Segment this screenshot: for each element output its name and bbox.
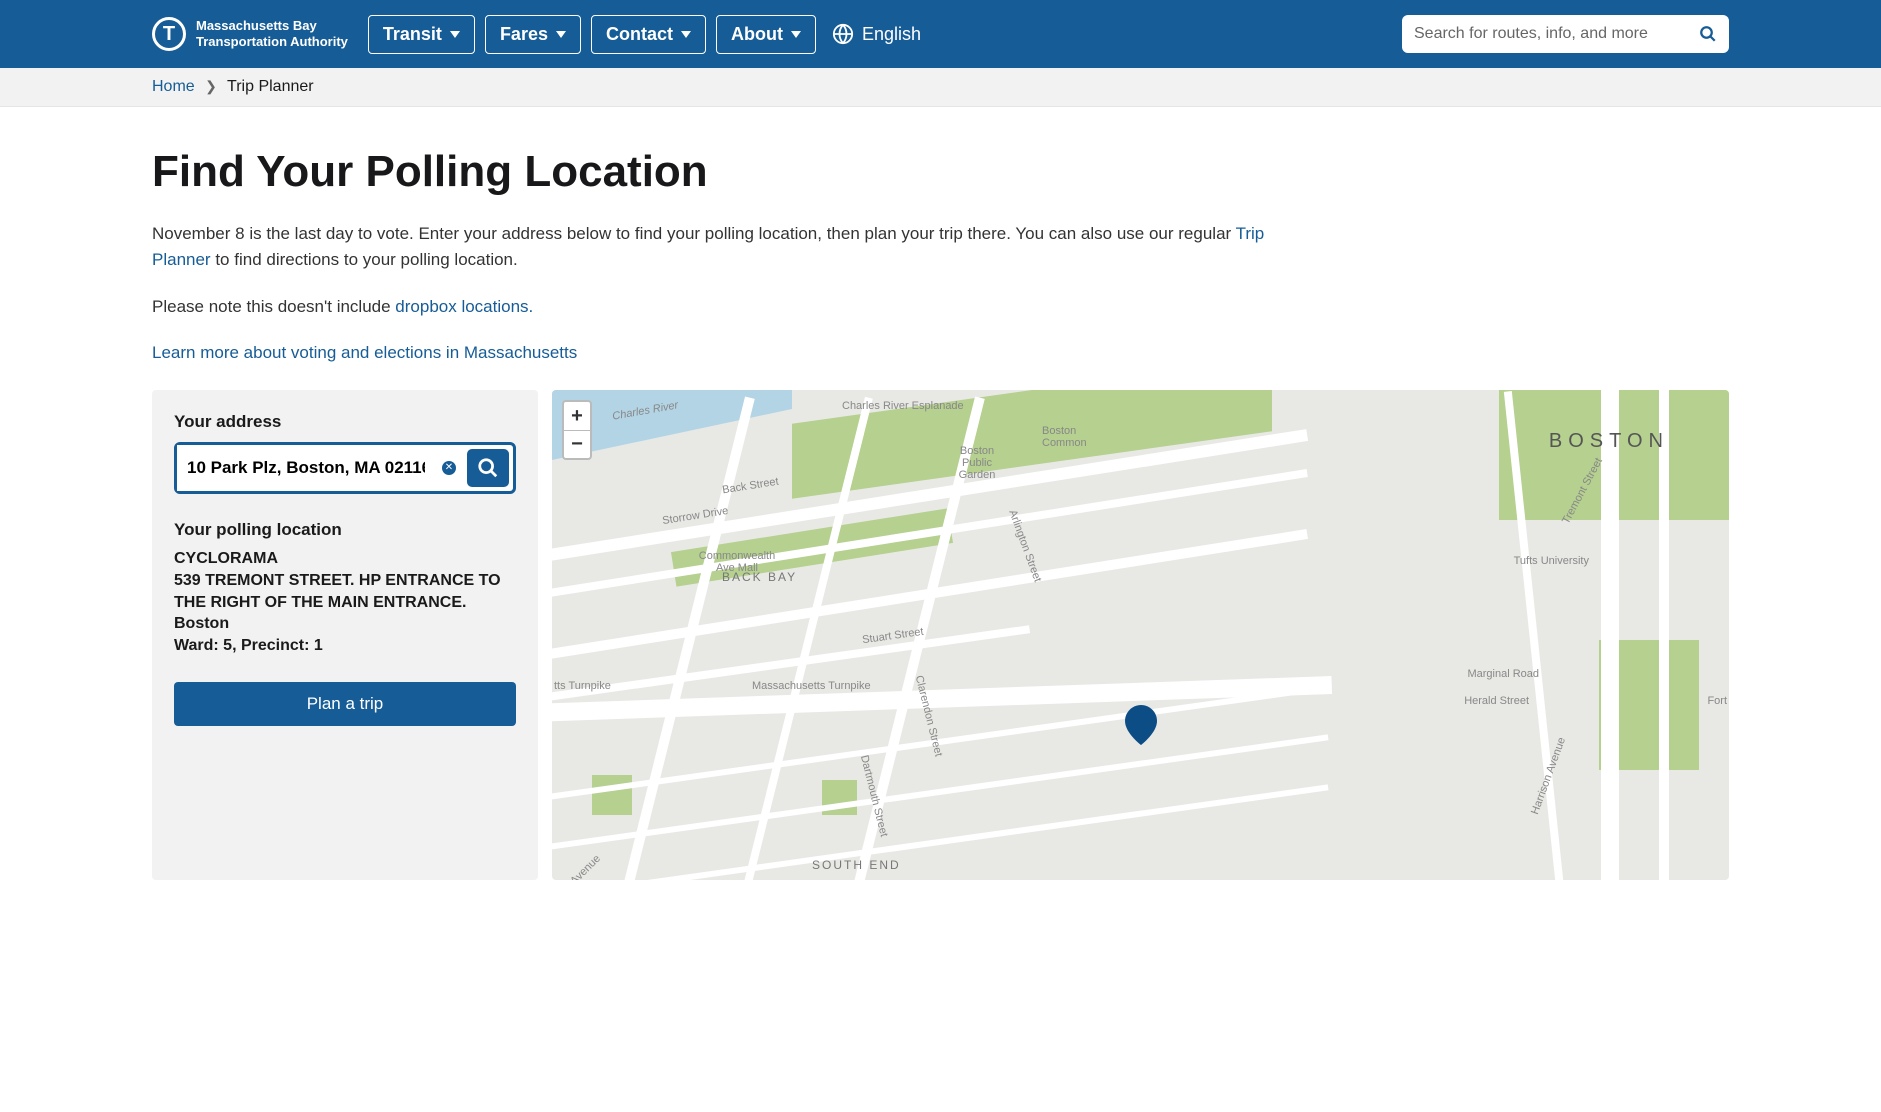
- plan-trip-button[interactable]: Plan a trip: [174, 682, 516, 726]
- zoom-out-button[interactable]: −: [564, 430, 590, 458]
- sidebar-panel: Your address ✕ Your polling location CYC…: [152, 390, 538, 880]
- intro-paragraph: November 8 is the last day to vote. Ente…: [152, 221, 1282, 274]
- map-label: Herald Street: [1464, 695, 1529, 707]
- chevron-right-icon: ❯: [205, 78, 217, 94]
- nav-transit[interactable]: Transit: [368, 15, 475, 54]
- main-row: Your address ✕ Your polling location CYC…: [152, 390, 1729, 880]
- dropbox-locations-link[interactable]: dropbox locations.: [395, 297, 533, 316]
- map-label: Commonwealth Ave Mall: [692, 550, 782, 574]
- nav-buttons: Transit Fares Contact About: [368, 15, 816, 54]
- learn-more-link[interactable]: Learn more about voting and elections in…: [152, 343, 577, 362]
- caret-down-icon: [681, 31, 691, 38]
- map[interactable]: BOSTON BACK BAY SOUTH END Charles River …: [552, 390, 1729, 880]
- learn-more-row: Learn more about voting and elections in…: [152, 340, 1282, 366]
- map-pin-icon: [1125, 705, 1157, 750]
- caret-down-icon: [450, 31, 460, 38]
- polling-location-result: CYCLORAMA 539 TREMONT STREET. HP ENTRANC…: [174, 548, 516, 656]
- header-search: [1402, 15, 1729, 53]
- map-label: tts Turnpike: [554, 680, 611, 692]
- breadcrumb-home[interactable]: Home: [152, 78, 195, 95]
- address-input[interactable]: [177, 445, 435, 491]
- result-address: 539 TREMONT STREET. HP ENTRANCE TO THE R…: [174, 570, 516, 613]
- map-label: Boston Common: [1042, 425, 1102, 449]
- nav-about[interactable]: About: [716, 15, 816, 54]
- language-button[interactable]: English: [832, 23, 921, 45]
- map-label: Tufts University: [1514, 555, 1589, 567]
- map-label: Fort: [1707, 695, 1727, 707]
- org-name: Massachusetts Bay Transportation Authori…: [196, 18, 348, 51]
- close-icon: ✕: [442, 461, 456, 475]
- nav-fares[interactable]: Fares: [485, 15, 581, 54]
- lookup-button[interactable]: [467, 449, 509, 487]
- map-label: Marginal Road: [1467, 668, 1539, 680]
- main-content: Find Your Polling Location November 8 is…: [0, 107, 1881, 880]
- address-input-group: ✕: [174, 442, 516, 494]
- result-city: Boston: [174, 613, 516, 635]
- map-label: Avenue: [568, 853, 603, 880]
- globe-icon: [832, 23, 854, 45]
- zoom-in-button[interactable]: +: [564, 402, 590, 430]
- clear-address-button[interactable]: ✕: [435, 445, 463, 491]
- dropbox-note: Please note this doesn't include dropbox…: [152, 294, 1282, 320]
- breadcrumb-current: Trip Planner: [227, 78, 314, 95]
- mbta-logo-icon: T: [152, 17, 186, 51]
- breadcrumb: Home ❯ Trip Planner: [0, 68, 1881, 107]
- caret-down-icon: [791, 31, 801, 38]
- header: T Massachusetts Bay Transportation Autho…: [0, 0, 1881, 68]
- map-zoom-control: + −: [562, 400, 592, 460]
- logo-section[interactable]: T Massachusetts Bay Transportation Autho…: [152, 17, 348, 51]
- page-title: Find Your Polling Location: [152, 147, 1729, 197]
- map-label: SOUTH END: [812, 858, 901, 872]
- search-icon: [477, 457, 499, 479]
- address-label: Your address: [174, 412, 516, 432]
- map-label: Charles River Esplanade: [842, 400, 964, 412]
- search-input[interactable]: [1414, 25, 1699, 43]
- map-label: Massachusetts Turnpike: [752, 680, 871, 692]
- caret-down-icon: [556, 31, 566, 38]
- result-name: CYCLORAMA: [174, 548, 516, 570]
- search-icon[interactable]: [1699, 25, 1717, 43]
- result-ward: Ward: 5, Precinct: 1: [174, 635, 516, 657]
- nav-contact[interactable]: Contact: [591, 15, 706, 54]
- map-label: Boston Public Garden: [947, 445, 1007, 481]
- map-label-boston: BOSTON: [1549, 430, 1669, 453]
- polling-location-label: Your polling location: [174, 520, 516, 540]
- map-background: BOSTON BACK BAY SOUTH END Charles River …: [552, 390, 1729, 880]
